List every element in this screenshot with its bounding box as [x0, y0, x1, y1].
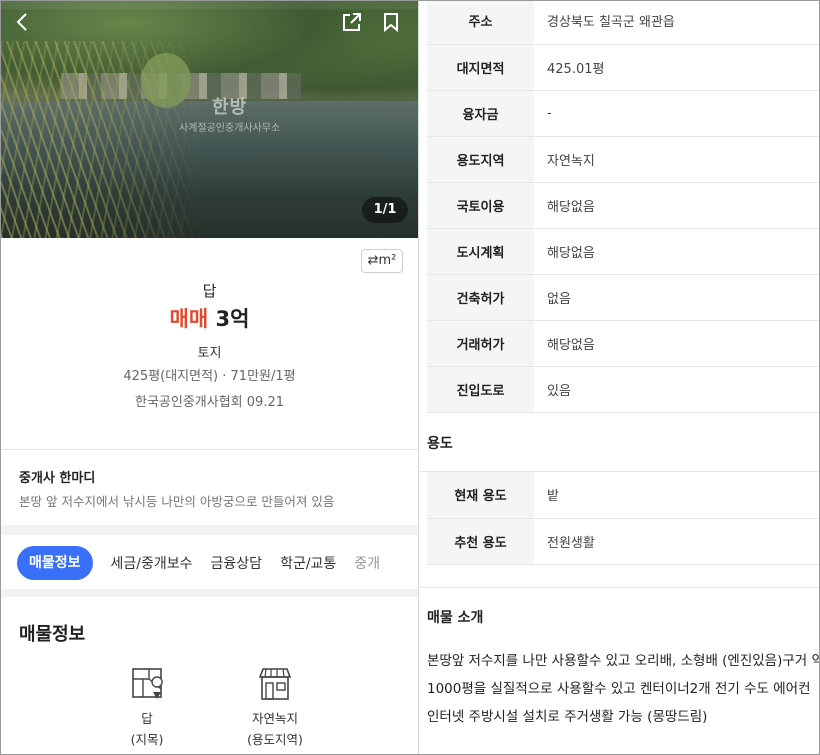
property-info-title: 매물정보	[19, 624, 86, 645]
detail-row: 진입도로 있음	[427, 366, 819, 413]
listing-panel: 한방 사계절공인중개사사무소 1/1 ⇄m² 답 매매 3억 토지 425평(대…	[1, 1, 418, 754]
detail-row: 현재 용도 밭	[427, 472, 819, 519]
land-map-icon	[129, 665, 169, 705]
detail-value: 425.01평	[534, 44, 819, 91]
detail-row: 대지면적 425.01평	[427, 44, 819, 91]
tab-loan[interactable]: 금융상담	[211, 553, 263, 573]
agency-date-line: 한국공인중개사협회 09.21	[135, 395, 284, 410]
intro-title: 매물 소개	[427, 610, 484, 626]
listing-photo[interactable]: 한방 사계절공인중개사사무소 1/1	[1, 1, 418, 238]
bookmark-icon[interactable]	[381, 11, 401, 37]
usage-title: 용도	[427, 436, 453, 452]
intro-text: 본땅앞 저수지를 나만 사용할수 있고 오리배, 소형배 (엔진있음)구거 약 …	[427, 653, 819, 725]
photo-reeds	[1, 41, 201, 238]
tab-tax-fee[interactable]: 세금/중개보수	[111, 553, 193, 573]
detail-row: 주소 경상북도 칠곡군 왜관읍	[427, 1, 819, 45]
divider	[1, 449, 418, 450]
agent-comment-text: 본땅 앞 저수지에서 낚시등 나만의 아방궁으로 만들어져 있음	[19, 494, 335, 509]
detail-value: 있음	[534, 366, 819, 413]
land-type-title: 답	[202, 282, 217, 300]
detail-key: 현재 용도	[427, 472, 534, 519]
detail-value: 자연녹지	[534, 136, 819, 183]
zoning-value: 자연녹지	[251, 711, 298, 726]
detail-row: 도시계획 해당없음	[427, 228, 819, 275]
tab-school-transit[interactable]: 학군/교통	[280, 553, 336, 573]
detail-key: 추천 용도	[427, 518, 534, 565]
detail-value: 전원생활	[534, 518, 819, 565]
detail-key: 거래허가	[427, 320, 534, 367]
price: 매매 3억	[1, 303, 418, 333]
deal-type: 매매	[169, 307, 209, 331]
usage-table: 현재 용도 밭 추천 용도 전원생활	[427, 472, 819, 565]
unit-toggle-button[interactable]: ⇄m²	[361, 249, 403, 273]
price-amount: 3억	[215, 307, 250, 331]
section-gap	[1, 525, 418, 535]
detail-key: 진입도로	[427, 366, 534, 413]
detail-value: 해당없음	[534, 320, 819, 367]
store-building-icon	[255, 665, 295, 705]
detail-key: 건축허가	[427, 274, 534, 321]
tab-property-info[interactable]: 매물정보	[17, 546, 93, 580]
detail-value: 해당없음	[534, 228, 819, 275]
tab-agent[interactable]: 중개	[354, 553, 380, 573]
divider	[419, 587, 819, 588]
detail-value: 경상북도 칠곡군 왜관읍	[534, 1, 819, 45]
watermark-logo: 한방	[212, 97, 248, 118]
detail-value: 해당없음	[534, 182, 819, 229]
area-price-line: 425평(대지면적) · 71만원/1평	[123, 369, 296, 384]
detail-key: 도시계획	[427, 228, 534, 275]
detail-key: 용도지역	[427, 136, 534, 183]
detail-key: 국토이용	[427, 182, 534, 229]
detail-value: -	[534, 90, 819, 137]
photo-counter: 1/1	[362, 197, 408, 223]
photo-watermark: 한방 사계절공인중개사사무소	[179, 93, 280, 134]
detail-row: 건축허가 없음	[427, 274, 819, 321]
section-gap	[1, 589, 418, 597]
zoning-caption: (용도지역)	[247, 732, 303, 747]
detail-row: 추천 용도 전원생활	[427, 518, 819, 565]
detail-table: 주소 경상북도 칠곡군 왜관읍 대지면적 425.01평 융자금 - 용도지역 자연녹지 국토이…	[427, 1, 819, 413]
detail-row: 국토이용 해당없음	[427, 182, 819, 229]
property-sub-type: 토지	[197, 346, 222, 361]
details-panel: 주소 경상북도 칠곡군 왜관읍 대지면적 425.01평 융자금 - 용도지역 자연녹지 국토이…	[419, 1, 819, 754]
detail-key: 대지면적	[427, 44, 534, 91]
land-category-value: 답	[141, 711, 153, 726]
detail-value: 밭	[534, 472, 819, 519]
watermark-text: 사계절공인중개사사무소	[179, 123, 281, 134]
detail-key: 융자금	[427, 90, 534, 137]
land-category-caption: (지목)	[130, 732, 164, 747]
detail-row: 용도지역 자연녹지	[427, 136, 819, 183]
detail-tabs: 매물정보 세금/중개보수 금융상담 학군/교통 중개	[17, 546, 398, 580]
share-icon[interactable]	[341, 11, 363, 37]
agent-comment-title: 중개사 한마디	[19, 471, 96, 486]
land-category-label: 답 (지목)	[87, 708, 207, 750]
zoning-label: 자연녹지 (용도지역)	[215, 708, 335, 750]
detail-key: 주소	[427, 1, 534, 45]
detail-row: 융자금 -	[427, 90, 819, 137]
detail-value: 없음	[534, 274, 819, 321]
chevron-left-icon[interactable]	[13, 11, 33, 37]
detail-row: 거래허가 해당없음	[427, 320, 819, 367]
